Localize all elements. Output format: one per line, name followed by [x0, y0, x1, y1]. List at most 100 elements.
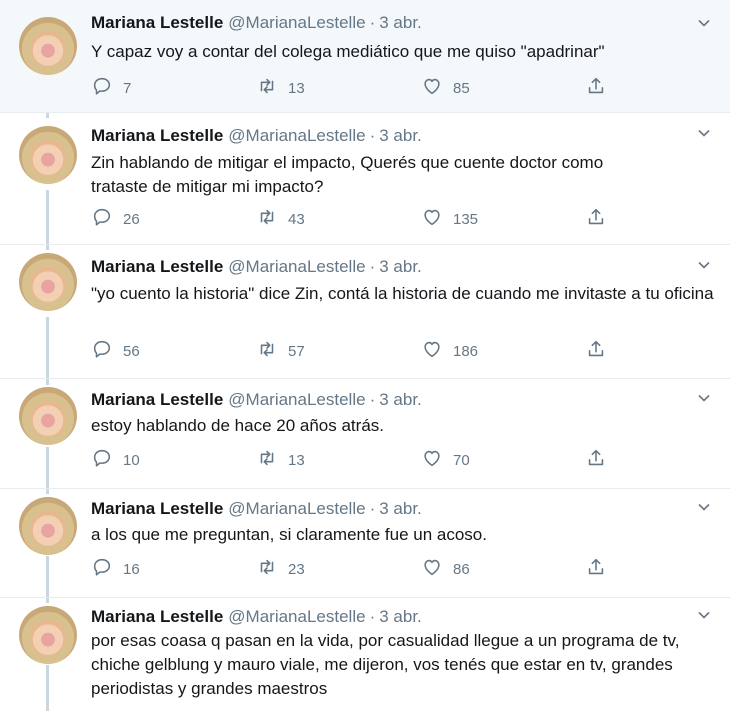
tweet-date[interactable]: 3 abr.: [379, 126, 422, 146]
tweet-header: Mariana Lestelle @MarianaLestelle · 3 ab…: [91, 125, 422, 147]
heart-icon: [421, 75, 443, 101]
chevron-down-icon[interactable]: [696, 607, 712, 623]
share-button[interactable]: [585, 340, 607, 362]
like-button[interactable]: 85: [421, 77, 470, 99]
reply-button[interactable]: 16: [91, 558, 140, 580]
retweet-count: 13: [288, 79, 305, 97]
separator-dot: ·: [369, 13, 376, 32]
author-handle[interactable]: @MarianaLestelle: [228, 257, 365, 277]
tweet-text: "yo cuento la historia" dice Zin, contá …: [91, 284, 714, 303]
avatar[interactable]: [19, 126, 77, 184]
retweet-button[interactable]: 43: [256, 208, 305, 230]
author-name[interactable]: Mariana Lestelle: [91, 257, 223, 277]
retweet-count: 57: [288, 342, 305, 360]
share-button[interactable]: [585, 208, 607, 230]
retweet-button[interactable]: 13: [256, 449, 305, 471]
like-count: 85: [453, 79, 470, 97]
reply-button[interactable]: 10: [91, 449, 140, 471]
retweet-button[interactable]: 57: [256, 340, 305, 362]
author-handle[interactable]: @MarianaLestelle: [228, 607, 365, 627]
author-handle[interactable]: @MarianaLestelle: [228, 13, 365, 33]
chevron-down-icon[interactable]: [696, 390, 712, 406]
reply-button[interactable]: 56: [91, 340, 140, 362]
like-count: 86: [453, 560, 470, 578]
separator-dot: ·: [369, 257, 376, 276]
share-icon: [585, 206, 607, 232]
author-name[interactable]: Mariana Lestelle: [91, 499, 223, 519]
author-name[interactable]: Mariana Lestelle: [91, 390, 223, 410]
share-button[interactable]: [585, 77, 607, 99]
retweet-icon: [256, 556, 278, 582]
avatar[interactable]: [19, 497, 77, 555]
author-name[interactable]: Mariana Lestelle: [91, 13, 223, 33]
like-button[interactable]: 86: [421, 558, 470, 580]
reply-button[interactable]: 7: [91, 77, 131, 99]
reply-count: 16: [123, 560, 140, 578]
share-icon: [585, 338, 607, 364]
share-icon: [585, 556, 607, 582]
tweet[interactable]: Mariana Lestelle @MarianaLestelle · 3 ab…: [0, 598, 730, 711]
share-icon: [585, 75, 607, 101]
chevron-down-icon[interactable]: [696, 257, 712, 273]
share-button[interactable]: [585, 449, 607, 471]
separator-dot: ·: [369, 607, 376, 626]
tweet-text: Zin hablando de mitigar el impacto, Quer…: [91, 153, 604, 196]
avatar[interactable]: [19, 253, 77, 311]
separator-dot: ·: [369, 126, 376, 145]
tweet[interactable]: Mariana Lestelle @MarianaLestelle · 3 ab…: [0, 113, 730, 245]
tweet-date[interactable]: 3 abr.: [379, 499, 422, 519]
retweet-icon: [256, 206, 278, 232]
heart-icon: [421, 447, 443, 473]
reply-button[interactable]: 26: [91, 208, 140, 230]
author-handle[interactable]: @MarianaLestelle: [228, 390, 365, 410]
retweet-count: 23: [288, 560, 305, 578]
share-icon: [585, 447, 607, 473]
chevron-down-icon[interactable]: [696, 499, 712, 515]
retweet-button[interactable]: 23: [256, 558, 305, 580]
reply-icon: [91, 338, 113, 364]
tweet[interactable]: Mariana Lestelle @MarianaLestelle · 3 ab…: [0, 0, 730, 113]
avatar[interactable]: [19, 17, 77, 75]
like-count: 70: [453, 451, 470, 469]
like-button[interactable]: 186: [421, 340, 478, 362]
avatar[interactable]: [19, 606, 77, 664]
retweet-button[interactable]: 13: [256, 77, 305, 99]
tweet-text: a los que me preguntan, si claramente fu…: [91, 525, 487, 544]
author-handle[interactable]: @MarianaLestelle: [228, 126, 365, 146]
tweet-date[interactable]: 3 abr.: [379, 390, 422, 410]
retweet-icon: [256, 447, 278, 473]
tweet-header: Mariana Lestelle @MarianaLestelle · 3 ab…: [91, 389, 422, 411]
tweet-date[interactable]: 3 abr.: [379, 607, 422, 627]
tweet[interactable]: Mariana Lestelle @MarianaLestelle · 3 ab…: [0, 489, 730, 598]
like-count: 186: [453, 342, 479, 360]
author-name[interactable]: Mariana Lestelle: [91, 607, 223, 627]
tweet-header: Mariana Lestelle @MarianaLestelle · 3 ab…: [91, 12, 422, 34]
separator-dot: ·: [369, 499, 376, 518]
avatar[interactable]: [19, 387, 77, 445]
like-button[interactable]: 70: [421, 449, 470, 471]
share-button[interactable]: [585, 558, 607, 580]
tweet-header: Mariana Lestelle @MarianaLestelle · 3 ab…: [91, 256, 422, 278]
separator-dot: ·: [369, 390, 376, 409]
tweet-date[interactable]: 3 abr.: [379, 13, 422, 33]
tweet-date[interactable]: 3 abr.: [379, 257, 422, 277]
tweet[interactable]: Mariana Lestelle @MarianaLestelle · 3 ab…: [0, 379, 730, 489]
tweet-text: estoy hablando de hace 20 años atrás.: [91, 416, 384, 435]
retweet-icon: [256, 338, 278, 364]
like-count: 135: [453, 210, 479, 228]
author-name[interactable]: Mariana Lestelle: [91, 126, 223, 146]
reply-count: 7: [123, 79, 132, 97]
chevron-down-icon[interactable]: [696, 125, 712, 141]
reply-icon: [91, 447, 113, 473]
tweet-text: por esas coasa q pasan en la vida, por c…: [91, 631, 680, 698]
like-button[interactable]: 135: [421, 208, 478, 230]
author-handle[interactable]: @MarianaLestelle: [228, 499, 365, 519]
tweet[interactable]: Mariana Lestelle @MarianaLestelle · 3 ab…: [0, 245, 730, 379]
reply-count: 56: [123, 342, 140, 360]
heart-icon: [421, 338, 443, 364]
heart-icon: [421, 206, 443, 232]
heart-icon: [421, 556, 443, 582]
chevron-down-icon[interactable]: [696, 15, 712, 31]
retweet-count: 13: [288, 451, 305, 469]
reply-count: 10: [123, 451, 140, 469]
